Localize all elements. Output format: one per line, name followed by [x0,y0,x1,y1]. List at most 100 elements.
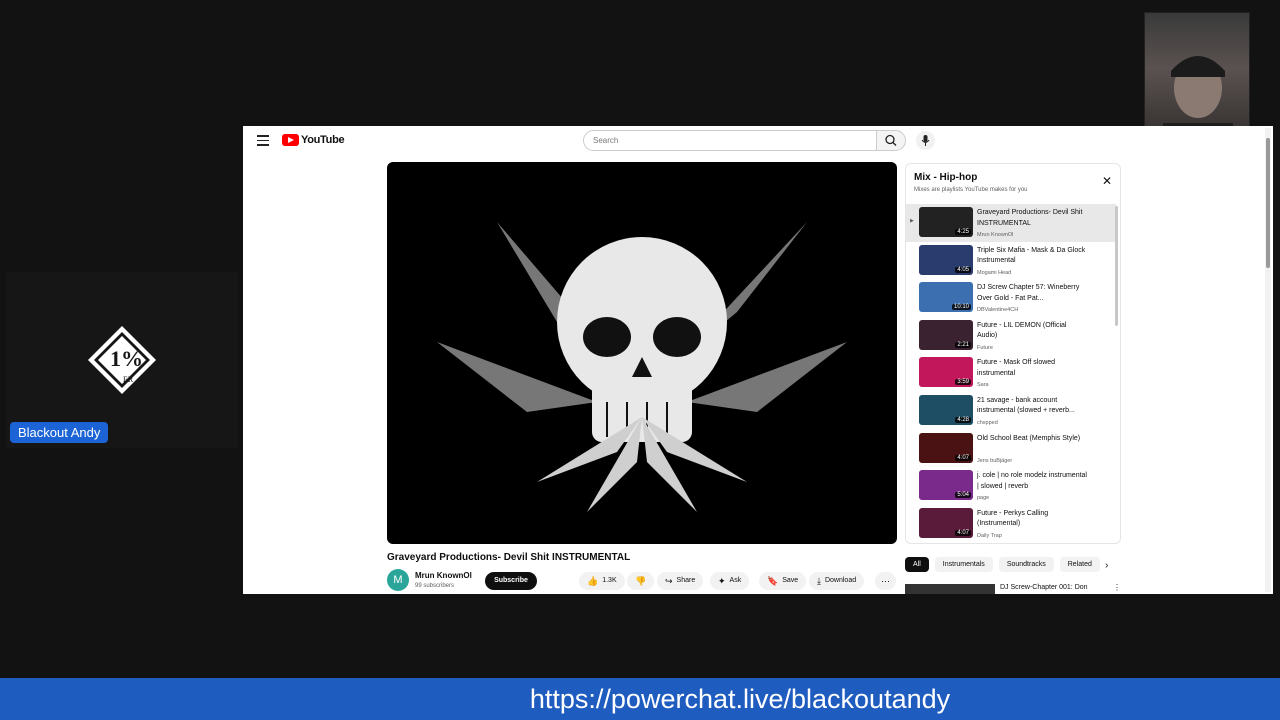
playlist-item[interactable]: 4:07 Future - Perkys Calling (Instrumenta… [906,505,1116,543]
video-thumbnail[interactable]: 4:05 [919,244,973,275]
playlist-item-channel: Jens buBjäger [977,457,1013,464]
logo-number: 1% [110,346,143,371]
playlist-item[interactable]: 2:21 Future - LIL DEMON (Official Audio) F… [906,317,1116,355]
stream-url-banner: https://powerchat.live/blackoutandy [0,678,1280,720]
playlist-item[interactable]: 4:28 21 savage - bank account instrumenta… [906,392,1116,430]
chevron-right-icon[interactable]: › [1105,560,1108,571]
video-duration: 4:07 [955,529,971,536]
video-thumbnail[interactable]: 4:07 [919,507,973,538]
video-duration: 4:28 [955,416,971,423]
video-duration: 4:05 [955,266,971,273]
playlist-item-channel: DBValentine4CH [977,307,1019,314]
download-icon: ⤓ [817,576,821,586]
playlist-subtitle: Mixes are playlists YouTube makes for yo… [914,187,1028,193]
crew-logo: 1% ER [88,326,156,394]
playlist-item-title[interactable]: Future - Perkys Calling (Instrumental) [977,509,1087,530]
playlist-item-channel: Mogami Head [977,269,1012,276]
playlist-item-title[interactable]: Future - LIL DEMON (Official Audio) [977,321,1087,342]
now-playing-icon: ▶ [910,218,914,224]
video-thumbnail[interactable]: 5:04 [919,470,973,501]
more-icon[interactable]: ⋮ [1113,583,1121,592]
more-actions-button[interactable]: ⋯ [875,572,896,590]
filter-chip[interactable]: Instrumentals [934,557,993,572]
related-video-thumbnail[interactable] [905,584,995,594]
youtube-logo[interactable]: YouTube [282,134,345,146]
playlist-item[interactable]: 5:04 j. cole | no role modelz instrumenta… [906,467,1116,505]
save-button[interactable]: 🔖 Save [759,572,807,590]
playlist-item-title[interactable]: Future - Mask Off slowed instrumental [977,358,1087,379]
like-count: 1.3K [602,577,617,584]
related-video-title[interactable]: DJ Screw-Chapter 001: Don [1000,584,1088,591]
playlist-item-title[interactable]: Triple Six Mafia - Mask & Da Glock Instr… [977,246,1087,267]
download-button[interactable]: ⤓ Download [809,572,865,590]
playlist-title: Mix - Hip-hop [914,172,978,183]
playlist-item[interactable]: 4:07 Old School Beat (Memphis Style) Jens … [906,430,1116,468]
filter-chip[interactable]: Soundtracks [998,557,1054,572]
menu-icon[interactable] [257,135,269,147]
video-thumbnail[interactable]: 2:21 [919,319,973,350]
youtube-header: YouTube Search [243,126,1273,156]
playlist-item-channel: chxpped [977,419,998,426]
playlist-item-title[interactable]: Graveyard Productions- Devil Shit INSTRU… [977,208,1087,229]
microphone-icon [921,135,930,146]
playlist-item-channel: Mrun KnownOl [977,232,1014,238]
video-duration: 4:25 [955,229,971,235]
subscribe-button[interactable]: Subscribe [485,572,537,590]
search-button[interactable] [876,130,906,151]
download-label: Download [824,577,857,584]
voice-search-button[interactable] [916,131,935,150]
playlist-item[interactable]: 4:05 Triple Six Mafia - Mask & Da Glock I… [906,242,1116,280]
video-duration: 4:07 [955,454,971,461]
like-button[interactable]: 👍 1.3K [579,572,625,590]
save-label: Save [782,577,799,584]
youtube-play-icon [282,134,299,146]
video-thumbnail[interactable]: 4:28 [919,394,973,425]
search-icon [885,134,897,146]
logo-sub: ER [123,375,134,384]
streamer-name-badge: Blackout Andy [10,422,109,443]
more-icon: ⋯ [881,576,890,586]
filter-chip[interactable]: All [905,557,929,572]
related-filter-chips: All Instrumentals Soundtracks Related [905,557,1100,572]
video-thumbnail[interactable]: 3:59 [919,357,973,388]
playlist-item-channel: Sara [977,382,989,389]
dislike-button[interactable]: 👎 [627,572,655,590]
subscriber-count: 99 subscribers [415,583,455,589]
channel-name[interactable]: Mrun KnownOl [415,571,472,580]
playlist-item[interactable]: ▶ 4:25 Graveyard Productions- Devil Shit I… [906,204,1116,242]
playlist-item-channel: Future [977,344,993,351]
sparkle-icon: ✦ [718,576,726,586]
video-duration: 3:59 [955,379,971,386]
video-title: Graveyard Productions- Devil Shit INSTRU… [387,552,631,563]
video-thumbnail[interactable]: 10:10 [919,282,973,313]
ask-label: Ask [729,577,742,584]
youtube-wordmark: YouTube [301,134,345,146]
skull-artwork [437,222,847,512]
thumbs-up-icon: 👍 [587,576,599,586]
share-label: Share [676,577,696,584]
share-button[interactable]: ↪ Share [657,572,704,590]
video-thumbnail[interactable]: 4:25 [919,207,973,237]
page-scrollbar[interactable] [1265,128,1271,592]
ask-button[interactable]: ✦ Ask [710,572,750,590]
video-duration: 5:04 [955,492,971,499]
playlist-item-title[interactable]: j. cole | no role modelz instrumental | … [977,471,1087,492]
video-duration: 2:21 [955,341,971,348]
playlist-scrollbar[interactable] [1115,206,1118,326]
channel-avatar[interactable]: M [387,569,409,591]
browser-capture: YouTube Search Graveyard Productions- De… [243,126,1273,594]
playlist-item-title[interactable]: 21 savage - bank account instrumental (s… [977,396,1087,417]
mix-playlist-panel: Mix - Hip-hop Mixes are playlists YouTub… [905,163,1121,544]
playlist-item-title[interactable]: Old School Beat (Memphis Style) [977,434,1087,445]
close-icon[interactable]: ✕ [1102,174,1112,188]
filter-chip[interactable]: Related [1059,557,1100,572]
thumbs-down-icon: 👎 [635,576,647,586]
video-player[interactable] [387,162,897,544]
playlist-item[interactable]: 10:10 DJ Screw Chapter 57: Wineberry Over… [906,279,1116,317]
search-input[interactable]: Search [583,130,877,151]
playlist-item[interactable]: 3:59 Future - Mask Off slowed instrumenta… [906,354,1116,392]
playlist-item-channel: page [977,495,990,502]
share-icon: ↪ [665,576,673,586]
video-thumbnail[interactable]: 4:07 [919,432,973,463]
playlist-item-title[interactable]: DJ Screw Chapter 57: Wineberry Over Gold… [977,283,1087,304]
